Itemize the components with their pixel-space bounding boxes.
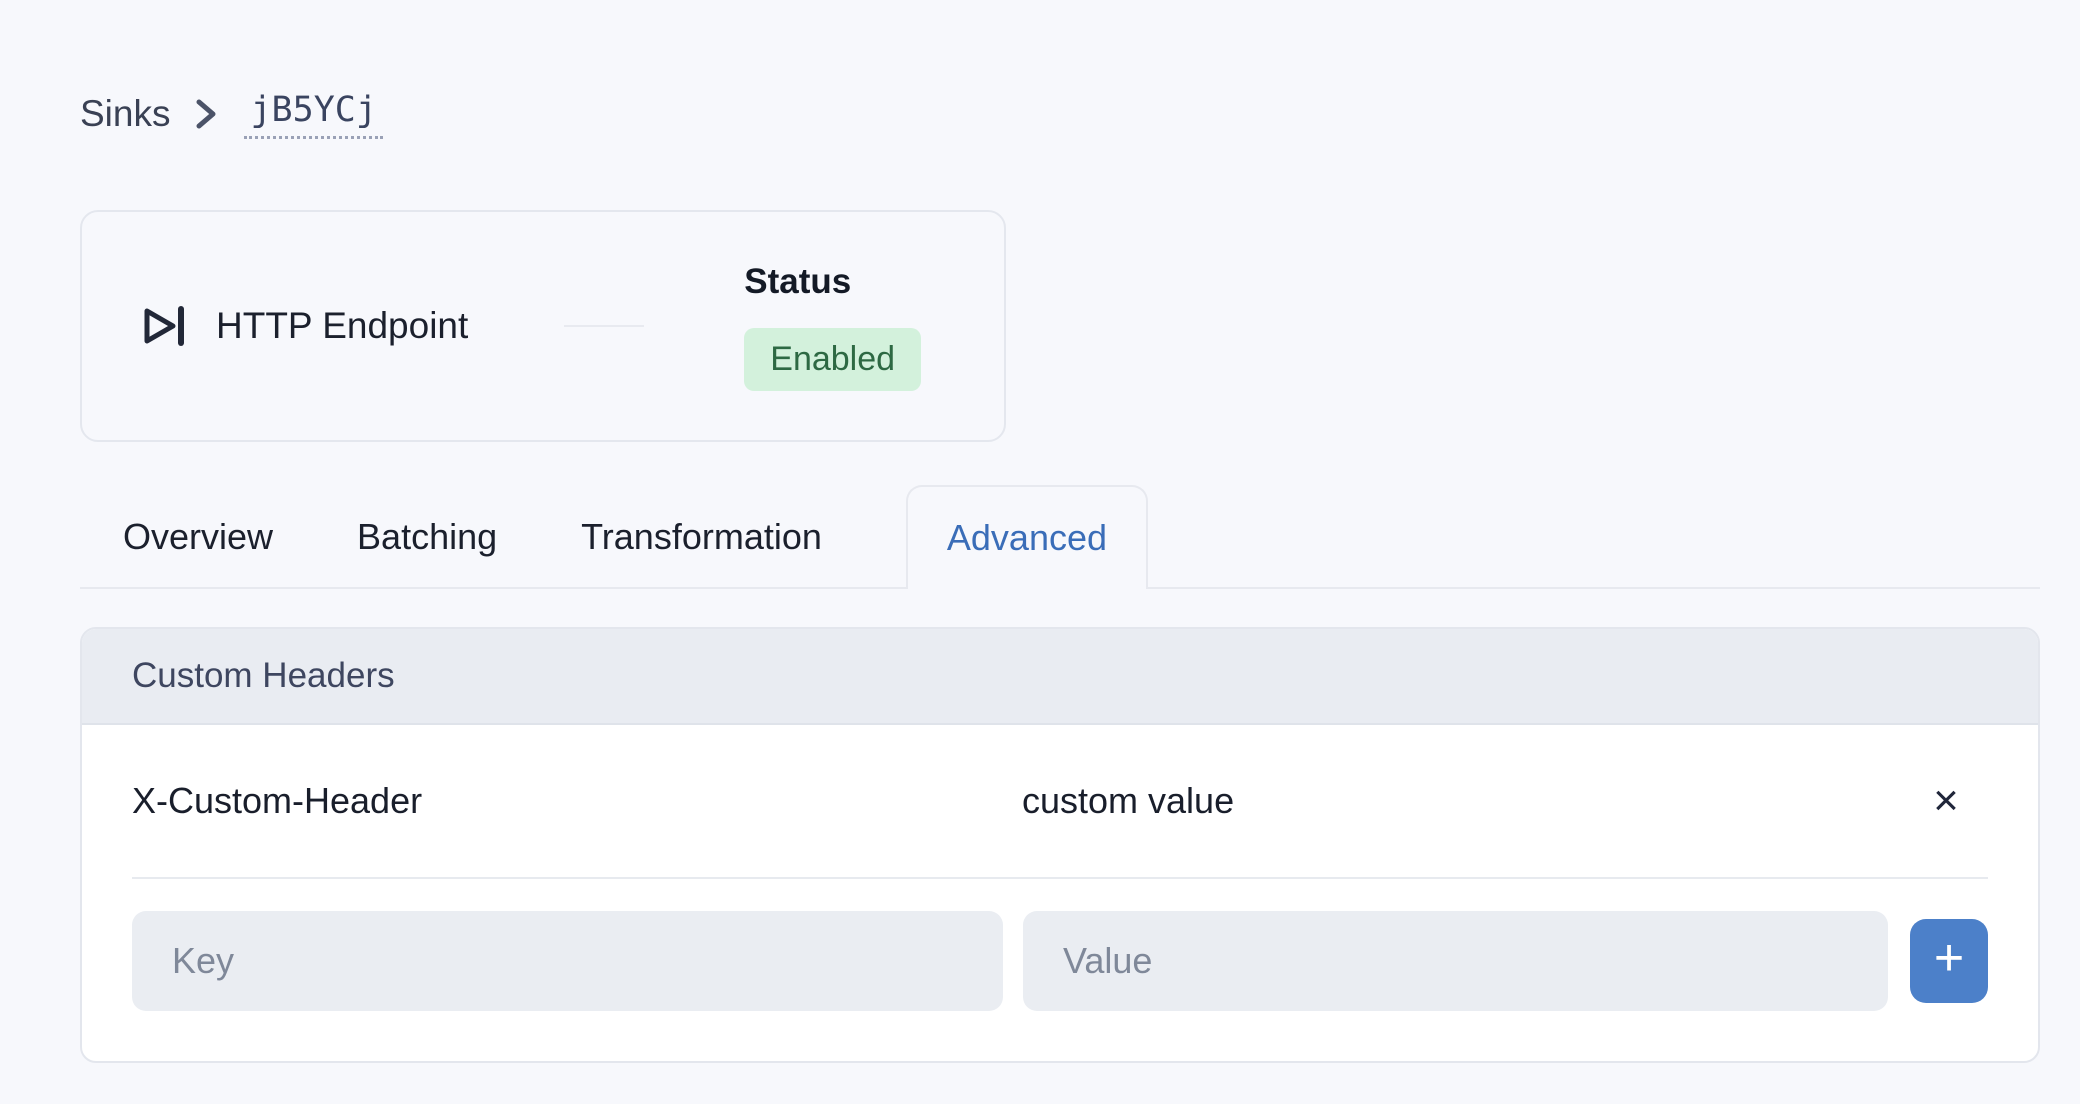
main-content: Sinks jB5YCj HTTP Endpoint Status Enable… bbox=[80, 84, 2040, 1063]
status-column: Status Enabled bbox=[744, 262, 921, 391]
custom-headers-section: Custom Headers X-Custom-Header custom va… bbox=[80, 627, 2040, 1063]
remove-header-button[interactable]: × bbox=[1924, 775, 1968, 827]
custom-headers-title: Custom Headers bbox=[82, 629, 2038, 725]
header-key-text: X-Custom-Header bbox=[132, 780, 1022, 822]
sink-type-title: HTTP Endpoint bbox=[216, 305, 468, 347]
add-header-button[interactable]: + bbox=[1910, 919, 1988, 1003]
tab-transformation[interactable]: Transformation bbox=[581, 487, 822, 587]
card-divider-dash bbox=[564, 325, 644, 327]
tab-advanced[interactable]: Advanced bbox=[906, 485, 1148, 589]
key-input[interactable] bbox=[132, 911, 1003, 1011]
breadcrumb: Sinks jB5YCj bbox=[80, 84, 2040, 144]
tab-overview[interactable]: Overview bbox=[123, 487, 273, 587]
sink-summary-card: HTTP Endpoint Status Enabled bbox=[80, 210, 1006, 442]
skip-forward-icon bbox=[142, 302, 186, 350]
sink-title-group: HTTP Endpoint bbox=[142, 302, 468, 350]
header-value-text: custom value bbox=[1022, 780, 1924, 822]
tab-batching[interactable]: Batching bbox=[357, 487, 497, 587]
status-label: Status bbox=[744, 262, 921, 302]
breadcrumb-sink-name[interactable]: jB5YCj bbox=[244, 90, 382, 139]
status-badge: Enabled bbox=[744, 328, 921, 391]
breadcrumb-sinks-link[interactable]: Sinks bbox=[80, 93, 170, 135]
add-header-row: + bbox=[82, 879, 2038, 1061]
page: Sinks jB5YCj HTTP Endpoint Status Enable… bbox=[0, 0, 2080, 1104]
chevron-right-icon bbox=[194, 94, 220, 134]
header-row: X-Custom-Header custom value × bbox=[82, 725, 2038, 877]
tab-bar: Overview Batching Transformation Advance… bbox=[80, 487, 2040, 589]
value-input[interactable] bbox=[1023, 911, 1888, 1011]
